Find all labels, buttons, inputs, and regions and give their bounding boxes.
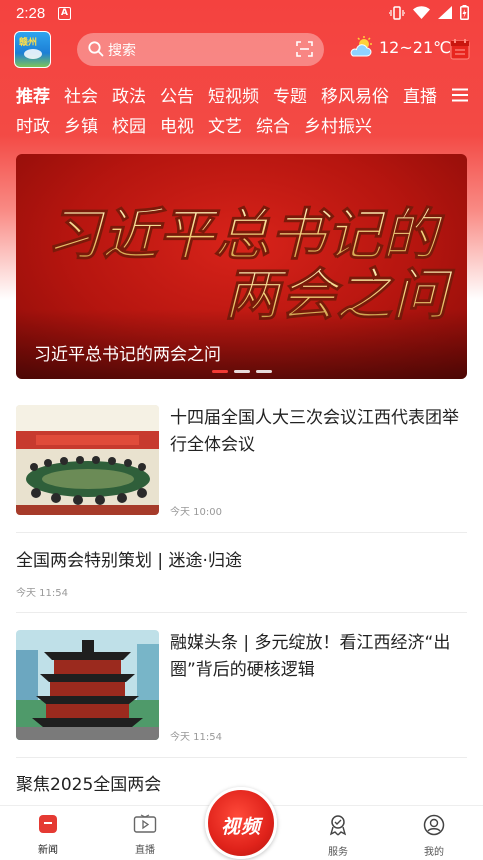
- news-title: 融媒头条 | 多元绽放！看江西经济“出圈”背后的硬核逻辑: [170, 633, 451, 680]
- featured-banner[interactable]: 习近平总书记的 两会之问 习近平总书记的两会之问: [16, 154, 467, 379]
- tab-campus[interactable]: 校园: [112, 112, 146, 137]
- search-input[interactable]: 搜索: [77, 33, 324, 66]
- calendar-icon[interactable]: [450, 38, 470, 60]
- carousel-dot[interactable]: [234, 370, 250, 373]
- divider: [16, 532, 467, 533]
- video-button-label: 视频: [220, 816, 261, 838]
- banner-caption: 习近平总书记的两会之问: [34, 345, 221, 365]
- banner-headline-line-1: 习近平总书记的: [46, 202, 445, 268]
- tab-society[interactable]: 社会: [64, 82, 98, 106]
- news-thumbnail: [16, 630, 159, 740]
- tab-live[interactable]: 直播: [403, 82, 437, 106]
- tab-topics[interactable]: 专题: [273, 82, 307, 106]
- divider: [16, 612, 467, 613]
- news-title: 十四届全国人大三次会议江西代表团举行全体会议: [170, 408, 459, 455]
- tab-short-video[interactable]: 短视频: [208, 82, 259, 106]
- status-bar: 2:28 A: [0, 0, 483, 28]
- nav-label: 直播: [135, 845, 155, 856]
- nav-label: 服务: [328, 847, 348, 858]
- nav-video-button[interactable]: 视频: [205, 787, 277, 859]
- service-icon: [329, 815, 347, 836]
- news-item[interactable]: 全国两会特别策划 | 迷途·归途 今天 11:54: [16, 548, 467, 600]
- app-logo[interactable]: 赣州: [14, 31, 51, 68]
- vibrate-icon: [389, 5, 405, 20]
- nav-service[interactable]: 服务: [308, 814, 368, 858]
- tab-general[interactable]: 综合: [256, 112, 290, 137]
- channel-menu-icon[interactable]: [452, 88, 468, 102]
- carousel-indicator: [212, 370, 272, 373]
- category-tabs-row-2: 时政 乡镇 校园 电视 文艺 综合 乡村振兴: [16, 112, 386, 137]
- nav-live[interactable]: 直播: [115, 814, 175, 856]
- tab-arts[interactable]: 文艺: [208, 112, 242, 137]
- divider: [16, 757, 467, 758]
- category-tabs-row-1: 推荐 社会 政法 公告 短视频 专题 移风易俗 直播: [16, 82, 446, 106]
- weather-temperature: 12~21℃: [379, 37, 452, 57]
- tab-rural-revitalization[interactable]: 乡村振兴: [304, 112, 372, 137]
- scan-icon[interactable]: [296, 41, 313, 57]
- news-item[interactable]: 融媒头条 | 多元绽放！看江西经济“出圈”背后的硬核逻辑 今天 11:54: [16, 630, 467, 743]
- tab-customs-reform[interactable]: 移风易俗: [321, 82, 389, 106]
- logo-mark: 赣州: [19, 38, 38, 48]
- partly-cloudy-icon: [350, 36, 372, 57]
- news-title: 全国两会特别策划 | 迷途·归途: [16, 551, 242, 571]
- nav-profile[interactable]: 我的: [404, 814, 464, 858]
- news-thumbnail: [16, 405, 159, 515]
- carousel-dot[interactable]: [212, 370, 228, 373]
- nav-label: 新闻: [38, 845, 58, 856]
- profile-icon: [423, 814, 445, 836]
- search-placeholder: 搜索: [108, 43, 136, 59]
- news-time: 今天 10:00: [170, 507, 222, 518]
- status-icons: [389, 5, 469, 20]
- news-item[interactable]: 十四届全国人大三次会议江西代表团举行全体会议 今天 10:00: [16, 405, 467, 518]
- logo-shape: [24, 49, 42, 59]
- tab-recommend[interactable]: 推荐: [16, 82, 50, 106]
- weather-widget[interactable]: 12~21℃: [349, 36, 451, 58]
- status-time: 2:28: [16, 5, 46, 22]
- tab-politics-law[interactable]: 政法: [112, 82, 146, 106]
- tab-announcement[interactable]: 公告: [160, 82, 194, 106]
- news-time: 今天 11:54: [170, 732, 222, 743]
- tab-tv[interactable]: 电视: [160, 112, 194, 137]
- notification-icon: A: [58, 7, 71, 20]
- battery-icon: [460, 5, 469, 20]
- nav-label: 我的: [424, 847, 444, 858]
- carousel-dot[interactable]: [256, 370, 272, 373]
- live-tv-icon: [133, 814, 157, 833]
- tab-townships[interactable]: 乡镇: [64, 112, 98, 137]
- search-icon: [88, 41, 104, 57]
- signal-icon: [438, 6, 452, 19]
- news-time: 今天 11:54: [16, 588, 68, 599]
- wifi-icon: [413, 6, 430, 19]
- tab-current-affairs[interactable]: 时政: [16, 112, 50, 137]
- nav-news[interactable]: 新闻: [18, 814, 78, 856]
- news-icon: [39, 815, 57, 833]
